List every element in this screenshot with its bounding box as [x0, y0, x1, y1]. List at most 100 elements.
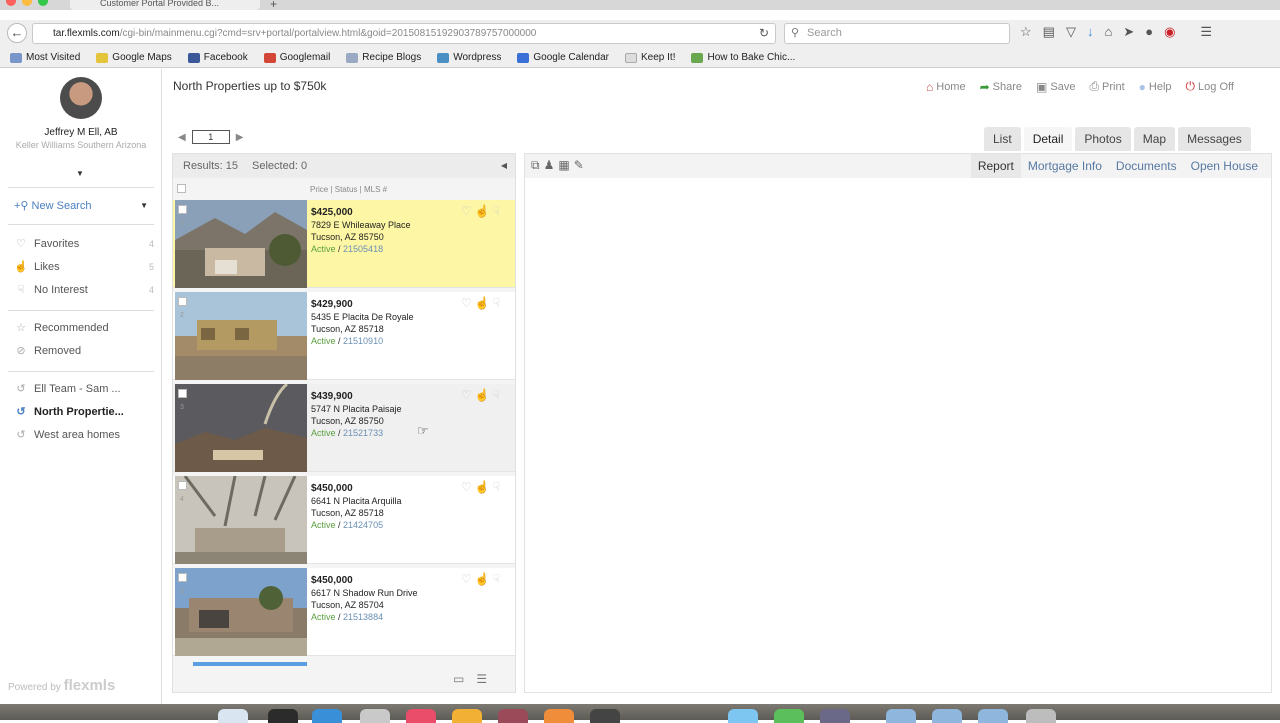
bookmark-recipe-blogs[interactable]: Recipe Blogs — [346, 52, 421, 63]
mls-number[interactable]: 21510910 — [343, 336, 383, 346]
calendar-icon[interactable]: ▦ — [558, 158, 569, 173]
tab-mortgage-info[interactable]: Mortgage Info — [1021, 154, 1109, 178]
pinterest-icon[interactable]: ◉ — [1164, 24, 1175, 40]
bookmark-wordpress[interactable]: Wordpress — [437, 52, 501, 63]
scroll-indicator[interactable] — [193, 662, 307, 666]
bookmark-google-maps[interactable]: Google Maps — [96, 52, 172, 63]
like-thumb-icon[interactable]: ☝ — [475, 388, 490, 402]
list-view-icon[interactable]: ☰ — [476, 672, 487, 686]
listing-row[interactable]: 3 $439,900 5747 N Placita Paisaje Tucson… — [173, 384, 515, 472]
mls-number[interactable]: 21424705 — [343, 520, 383, 530]
listing-row[interactable]: 4 $450,000 6641 N Placita Arquilla Tucso… — [173, 476, 515, 564]
itunes-icon[interactable] — [406, 709, 436, 723]
favorite-heart-icon[interactable]: ♡ — [461, 204, 472, 218]
browser-tab[interactable]: Customer Portal Provided B... — [70, 0, 260, 10]
pocket-icon[interactable]: ▽ — [1066, 24, 1076, 40]
like-thumb-icon[interactable]: ☝ — [475, 296, 490, 310]
folder-icon[interactable] — [978, 709, 1008, 723]
app-icon[interactable] — [590, 709, 620, 723]
launchpad-icon[interactable] — [268, 709, 298, 723]
clipboard-icon[interactable]: ▤ — [1043, 24, 1055, 40]
bookmark-keep-it[interactable]: Keep It! — [625, 52, 675, 63]
back-button[interactable]: ← — [7, 23, 27, 43]
listing-photo[interactable] — [175, 384, 307, 472]
listing-checkbox[interactable] — [178, 481, 187, 490]
tab-list[interactable]: List — [984, 127, 1021, 151]
app-icon[interactable] — [728, 709, 758, 723]
chevron-down-icon[interactable]: ▼ — [76, 169, 84, 178]
mls-number[interactable]: 21521733 — [343, 428, 383, 438]
favorite-heart-icon[interactable]: ♡ — [461, 480, 472, 494]
new-tab-button[interactable]: + — [270, 0, 277, 11]
menu-icon[interactable]: ☰ — [1200, 24, 1212, 40]
sidebar-item-removed[interactable]: ⊘ Removed — [14, 344, 154, 358]
sidebar-item-recommended[interactable]: ☆ Recommended — [14, 321, 154, 335]
contact-icon[interactable]: ♟ — [544, 158, 555, 173]
zoom-window-icon[interactable] — [38, 0, 48, 6]
trash-icon[interactable] — [1026, 709, 1056, 723]
saved-search-west-area[interactable]: ↺ West area homes — [14, 428, 154, 442]
single-view-icon[interactable]: ▭ — [453, 672, 464, 686]
tab-messages[interactable]: Messages — [1178, 127, 1251, 151]
browser-search-input[interactable]: ⚲ Search — [784, 23, 1010, 44]
tab-documents[interactable]: Documents — [1109, 154, 1184, 178]
listing-checkbox[interactable] — [178, 573, 187, 582]
mail-icon[interactable] — [360, 709, 390, 723]
bookmark-star-icon[interactable]: ☆ — [1020, 24, 1032, 40]
share-link[interactable]: ➦ Share — [980, 79, 1022, 94]
listing-checkbox[interactable] — [178, 389, 187, 398]
expand-icon[interactable]: ⧉ — [531, 158, 540, 173]
home-icon[interactable]: ⌂ — [1104, 24, 1112, 40]
bookmark-most-visited[interactable]: Most Visited — [10, 52, 80, 63]
saved-search-north-properties[interactable]: ↺ North Propertie... — [14, 405, 154, 419]
help-link[interactable]: ● Help — [1139, 79, 1172, 94]
print-link[interactable]: ⎙ Print — [1089, 79, 1124, 94]
prev-page-icon[interactable]: ◀ — [178, 132, 186, 143]
edit-note-icon[interactable]: ✎ — [574, 158, 584, 173]
tab-photos[interactable]: Photos — [1075, 127, 1131, 151]
bookmark-facebook[interactable]: Facebook — [187, 52, 248, 63]
tab-map[interactable]: Map — [1133, 127, 1176, 151]
log-off-link[interactable]: ⏻ Log Off — [1186, 79, 1234, 94]
app-icon[interactable] — [544, 709, 574, 723]
dislike-thumb-icon[interactable]: ☟ — [493, 296, 500, 310]
listing-row[interactable]: 2 $429,900 5435 E Placita De Royale Tucs… — [173, 292, 515, 380]
chat-icon[interactable]: ● — [1145, 24, 1153, 40]
dislike-thumb-icon[interactable]: ☟ — [493, 572, 500, 586]
collapse-panel-icon[interactable]: ◀ — [501, 154, 507, 178]
favorite-heart-icon[interactable]: ♡ — [461, 388, 472, 402]
close-window-icon[interactable] — [6, 0, 16, 6]
favorite-heart-icon[interactable]: ♡ — [461, 296, 472, 310]
listing-checkbox[interactable] — [178, 205, 187, 214]
select-all-checkbox[interactable] — [177, 184, 186, 193]
listing-row[interactable]: 1 $425,000 7829 E Whileaway Place Tucson… — [173, 200, 515, 288]
tab-detail[interactable]: Detail — [1023, 127, 1073, 151]
column-labels[interactable]: Price | Status | MLS # — [310, 185, 387, 194]
download-icon[interactable]: ↓ — [1087, 24, 1094, 40]
dislike-thumb-icon[interactable]: ☟ — [493, 388, 500, 402]
app-icon[interactable] — [820, 709, 850, 723]
mls-number[interactable]: 21505418 — [343, 244, 383, 254]
folder-icon[interactable] — [932, 709, 962, 723]
chevron-down-icon[interactable]: ▼ — [140, 201, 148, 210]
next-page-icon[interactable]: ▶ — [236, 132, 244, 143]
mls-number[interactable]: 21513884 — [343, 612, 383, 622]
listing-photo[interactable] — [175, 200, 307, 288]
listing-checkbox[interactable] — [178, 297, 187, 306]
safari-icon[interactable] — [312, 709, 342, 723]
sidebar-item-likes[interactable]: ☝ Likes 5 — [14, 260, 154, 274]
app-icon[interactable] — [498, 709, 528, 723]
sidebar-item-favorites[interactable]: ♡ Favorites 4 — [14, 237, 154, 251]
folder-icon[interactable] — [886, 709, 916, 723]
new-search-button[interactable]: +⚲ New Search ▼ — [14, 199, 148, 212]
url-bar[interactable]: tar.flexmls.com/cgi-bin/mainmenu.cgi?cmd… — [32, 23, 776, 44]
listing-photo[interactable] — [175, 292, 307, 380]
reload-icon[interactable]: ↻ — [759, 24, 769, 43]
bookmark-bake-chic[interactable]: How to Bake Chic... — [691, 52, 795, 63]
send-icon[interactable]: ➤ — [1123, 24, 1134, 40]
like-thumb-icon[interactable]: ☝ — [475, 572, 490, 586]
bookmark-google-calendar[interactable]: Google Calendar — [517, 52, 609, 63]
like-thumb-icon[interactable]: ☝ — [475, 204, 490, 218]
finder-icon[interactable] — [218, 709, 248, 723]
messages-icon[interactable] — [774, 709, 804, 723]
